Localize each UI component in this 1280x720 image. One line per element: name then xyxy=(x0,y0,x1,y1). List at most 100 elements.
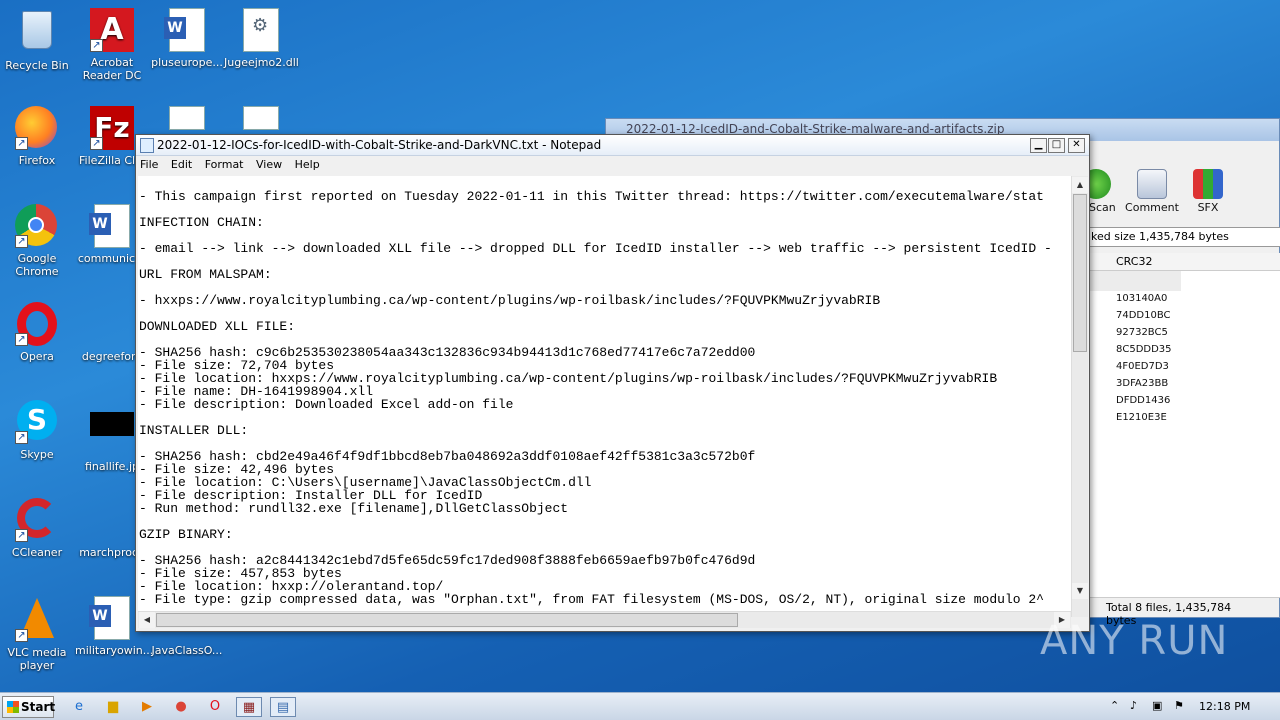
ccleaner-icon: ↗ xyxy=(15,498,59,542)
horizontal-scrollbar[interactable]: ◀ ▶ xyxy=(138,611,1071,628)
taskbar-explorer-icon[interactable]: ▆ xyxy=(100,697,126,717)
skype-icon: S ↗ xyxy=(15,400,59,444)
desktop-icon-opera[interactable]: ↗ Opera xyxy=(0,302,74,363)
sfx-button[interactable]: SFX xyxy=(1178,169,1238,214)
opera-icon: ↗ xyxy=(15,302,59,346)
close-button[interactable]: ✕ xyxy=(1068,138,1085,153)
taskbar: Start e ▆ ▶ ● O ▦ ▤ ⌃ ♪ ▣ ⚑ 12:18 PM xyxy=(0,692,1280,720)
menu-help[interactable]: Help xyxy=(295,158,320,171)
desktop-icon-ccleaner[interactable]: ↗ CCleaner xyxy=(0,498,74,559)
crc-cell: 92732BC5 xyxy=(1116,327,1168,338)
desktop-icon-label: CCleaner xyxy=(11,546,63,559)
taskbar-ie-icon[interactable]: e xyxy=(66,697,92,717)
desktop-icon-chrome[interactable]: ↗ Google Chrome xyxy=(0,204,74,278)
notepad-title: 2022-01-12-IOCs-for-IcedID-with-Cobalt-S… xyxy=(157,138,602,152)
horizontal-scroll-thumb[interactable] xyxy=(156,613,738,627)
desktop-icon-label: Jugeejmo2.dll xyxy=(224,56,299,69)
taskbar-media-player-icon[interactable]: ▶ xyxy=(134,697,160,717)
desktop-icon-label: Skype xyxy=(20,448,54,461)
vertical-scrollbar[interactable]: ▲ ▼ xyxy=(1071,176,1088,617)
windows-logo-icon xyxy=(7,701,19,713)
desktop-icon-recycle-bin[interactable]: Recycle Bin xyxy=(0,8,74,72)
desktop-icon-acrobat[interactable]: A ↗ Acrobat Reader DC xyxy=(75,8,149,82)
comment-icon xyxy=(1137,169,1167,199)
crc-cell: 8C5DDD35 xyxy=(1116,344,1172,355)
dll-file-icon: ⚙ xyxy=(239,8,283,52)
taskbar-chrome-icon[interactable]: ● xyxy=(168,697,194,717)
taskbar-winrar-icon[interactable]: ▦ xyxy=(236,697,262,717)
desktop-icon-pluseurope[interactable]: W pluseurope... xyxy=(150,8,224,69)
desktop-icon-label: VLC media player xyxy=(7,646,67,672)
winrar-status-bar: Total 8 files, 1,435,784 bytes xyxy=(1086,597,1280,627)
start-label: Start xyxy=(21,700,56,714)
crc-cell: DFDD1436 xyxy=(1116,395,1171,406)
tool-label: SFX xyxy=(1197,201,1219,214)
close-icon: ✕ xyxy=(1072,139,1081,150)
desktop-icon-label: JavaClassO... xyxy=(151,644,223,657)
scroll-up-arrow-icon[interactable]: ▲ xyxy=(1072,177,1088,193)
desktop-icon-dll[interactable]: ⚙ Jugeejmo2.dll xyxy=(224,8,299,69)
anyrun-watermark: ANY RUN xyxy=(1040,618,1229,664)
crc-cell: 103140A0 xyxy=(1116,293,1168,304)
desktop-icon-label: militaryowin... xyxy=(75,644,154,657)
crc32-column-header[interactable]: CRC32 xyxy=(1086,253,1280,271)
desktop-icon-vlc[interactable]: ↗ VLC media player xyxy=(0,596,74,672)
winrar-file-list[interactable]: CRC32 103140A0 74DD10BC 92732BC5 8C5DDD3… xyxy=(1086,253,1280,598)
minimize-icon: ▁ xyxy=(1034,139,1043,150)
filezilla-icon: Fz ↗ xyxy=(90,106,134,150)
desktop-icon-label: Firefox xyxy=(18,154,56,167)
desktop-icon-firefox[interactable]: ↗ Firefox xyxy=(0,106,74,167)
scroll-left-arrow-icon[interactable]: ◀ xyxy=(139,612,155,628)
image-file-icon xyxy=(90,412,134,456)
desktop-icon-label: Recycle Bin xyxy=(5,59,69,72)
crc-cell: 4F0ED7D3 xyxy=(1116,361,1169,372)
clock[interactable]: 12:18 PM xyxy=(1199,700,1250,713)
crc-cell: 3DFA23BB xyxy=(1116,378,1169,389)
chrome-icon: ↗ xyxy=(15,204,59,248)
start-button[interactable]: Start xyxy=(2,696,56,718)
menu-view[interactable]: View xyxy=(256,158,282,171)
notepad-titlebar[interactable]: 2022-01-12-IOCs-for-IcedID-with-Cobalt-S… xyxy=(136,135,1089,156)
taskbar-opera-icon[interactable]: O xyxy=(202,697,228,717)
recycle-bin-icon xyxy=(15,11,59,55)
menu-format[interactable]: Format xyxy=(205,158,244,171)
sfx-icon xyxy=(1193,169,1223,199)
crc-cell: E1210E3E xyxy=(1116,412,1167,423)
desktop-icon-label: Acrobat Reader DC xyxy=(82,56,142,82)
action-center-flag-icon[interactable]: ⚑ xyxy=(1174,699,1184,712)
notepad-window[interactable]: 2022-01-12-IOCs-for-IcedID-with-Cobalt-S… xyxy=(135,134,1090,632)
vertical-scroll-thumb[interactable] xyxy=(1073,194,1087,352)
vlc-icon: ↗ xyxy=(15,598,59,642)
menu-edit[interactable]: Edit xyxy=(171,158,192,171)
comment-button[interactable]: Comment xyxy=(1122,169,1182,214)
volume-icon[interactable]: ♪ xyxy=(1130,699,1137,712)
word-doc-icon: W xyxy=(89,204,134,248)
firefox-icon: ↗ xyxy=(15,106,59,150)
word-doc-icon: W xyxy=(89,596,134,640)
taskbar-notepad-icon[interactable]: ▤ xyxy=(270,697,296,717)
acrobat-icon: A ↗ xyxy=(90,8,134,52)
notepad-menubar: File Edit Format View Help xyxy=(136,156,1089,175)
desktop-icon-label: pluseurope... xyxy=(151,56,223,69)
blank-file-icon xyxy=(90,302,134,346)
menu-file[interactable]: File xyxy=(140,158,158,171)
notepad-text-area[interactable]: - This campaign first reported on Tuesda… xyxy=(138,176,1071,617)
crc-cell: 74DD10BC xyxy=(1116,310,1171,321)
tool-label: Comment xyxy=(1125,201,1179,214)
maximize-button[interactable]: □ xyxy=(1048,138,1065,153)
desktop-icon-label: Opera xyxy=(20,350,54,363)
notepad-icon xyxy=(140,138,154,153)
winrar-toolbar: usScan Comment SFX xyxy=(1076,159,1280,219)
maximize-icon: □ xyxy=(1051,139,1062,150)
minimize-button[interactable]: ▁ xyxy=(1030,138,1047,153)
notepad-content[interactable]: - This campaign first reported on Tuesda… xyxy=(138,176,1071,606)
desktop-icon-skype[interactable]: S ↗ Skype xyxy=(0,400,74,461)
winrar-info-bar: ked size 1,435,784 bytes xyxy=(1086,227,1280,247)
scroll-down-arrow-icon[interactable]: ▼ xyxy=(1072,583,1088,599)
tray-overflow-icon[interactable]: ⌃ xyxy=(1110,699,1119,712)
network-icon[interactable]: ▣ xyxy=(1152,699,1162,712)
blank-file-icon xyxy=(90,498,134,542)
desktop-icon-label: Google Chrome xyxy=(15,252,59,278)
word-doc-icon: W xyxy=(164,8,209,52)
system-tray: ⌃ ♪ ▣ ⚑ 12:18 PM xyxy=(1100,693,1280,720)
